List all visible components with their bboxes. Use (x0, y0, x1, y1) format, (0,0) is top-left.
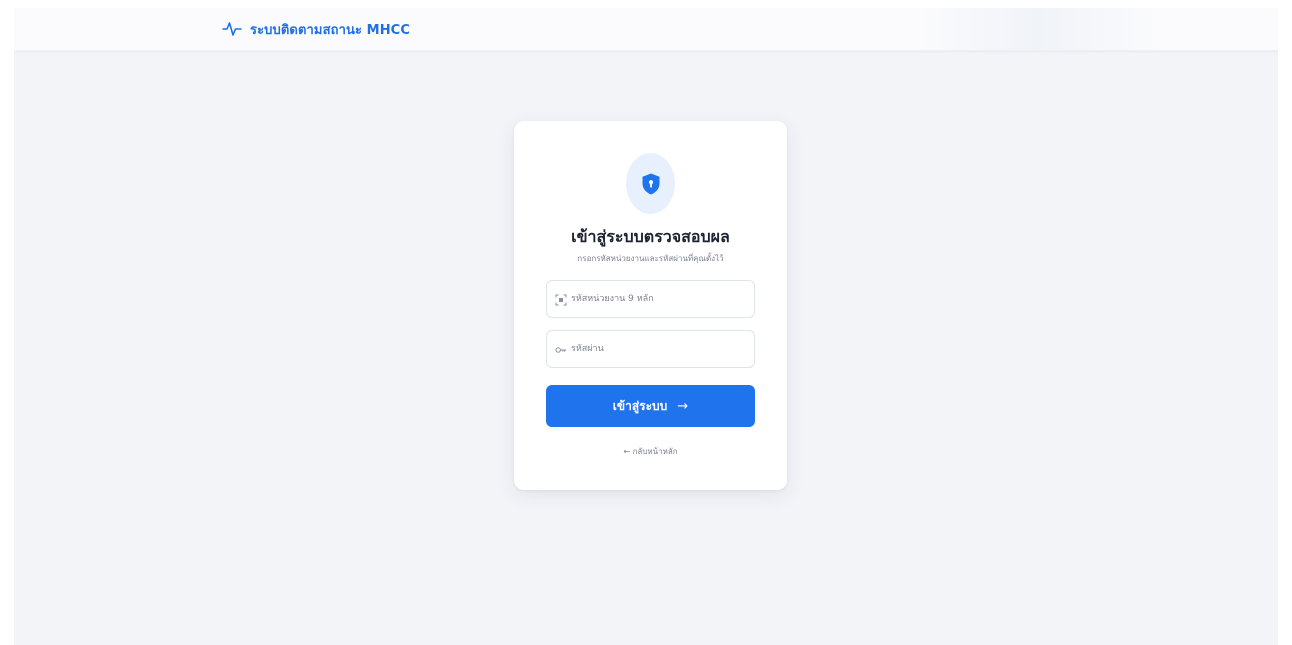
login-submit-label: เข้าสู่ระบบ (612, 398, 668, 413)
scan-id-icon (555, 294, 567, 306)
app-viewport: ระบบติดตามสถานะ MHCC เข้าสู่ระบบตรวจสอบผ… (14, 8, 1278, 645)
back-home-link[interactable]: ← กลับหน้าหลัก (514, 445, 787, 458)
shield-lock-icon (642, 173, 659, 194)
brand-home-link[interactable]: ระบบติดตามสถานะ MHCC (222, 8, 410, 50)
top-navbar: ระบบติดตามสถานะ MHCC (14, 8, 1278, 51)
login-subtitle: กรอกรหัสหน่วยงานและรหัสผ่านที่คุณตั้งไว้ (577, 254, 724, 263)
key-icon (555, 347, 567, 353)
org-code-field (546, 280, 755, 318)
org-code-input[interactable] (571, 281, 747, 317)
login-card: เข้าสู่ระบบตรวจสอบผล กรอกรหัสหน่วยงานและ… (514, 121, 787, 490)
arrow-right-icon: → (677, 398, 689, 414)
password-field (546, 330, 755, 368)
pulse-icon (222, 22, 242, 36)
brand-title: ระบบติดตามสถานะ MHCC (250, 22, 410, 38)
login-title: เข้าสู่ระบบตรวจสอบผล (571, 227, 730, 246)
password-input[interactable] (571, 331, 747, 367)
navbar-highlight (918, 8, 1158, 50)
login-badge (626, 153, 675, 214)
login-submit-button[interactable]: เข้าสู่ระบบ → (546, 385, 755, 427)
